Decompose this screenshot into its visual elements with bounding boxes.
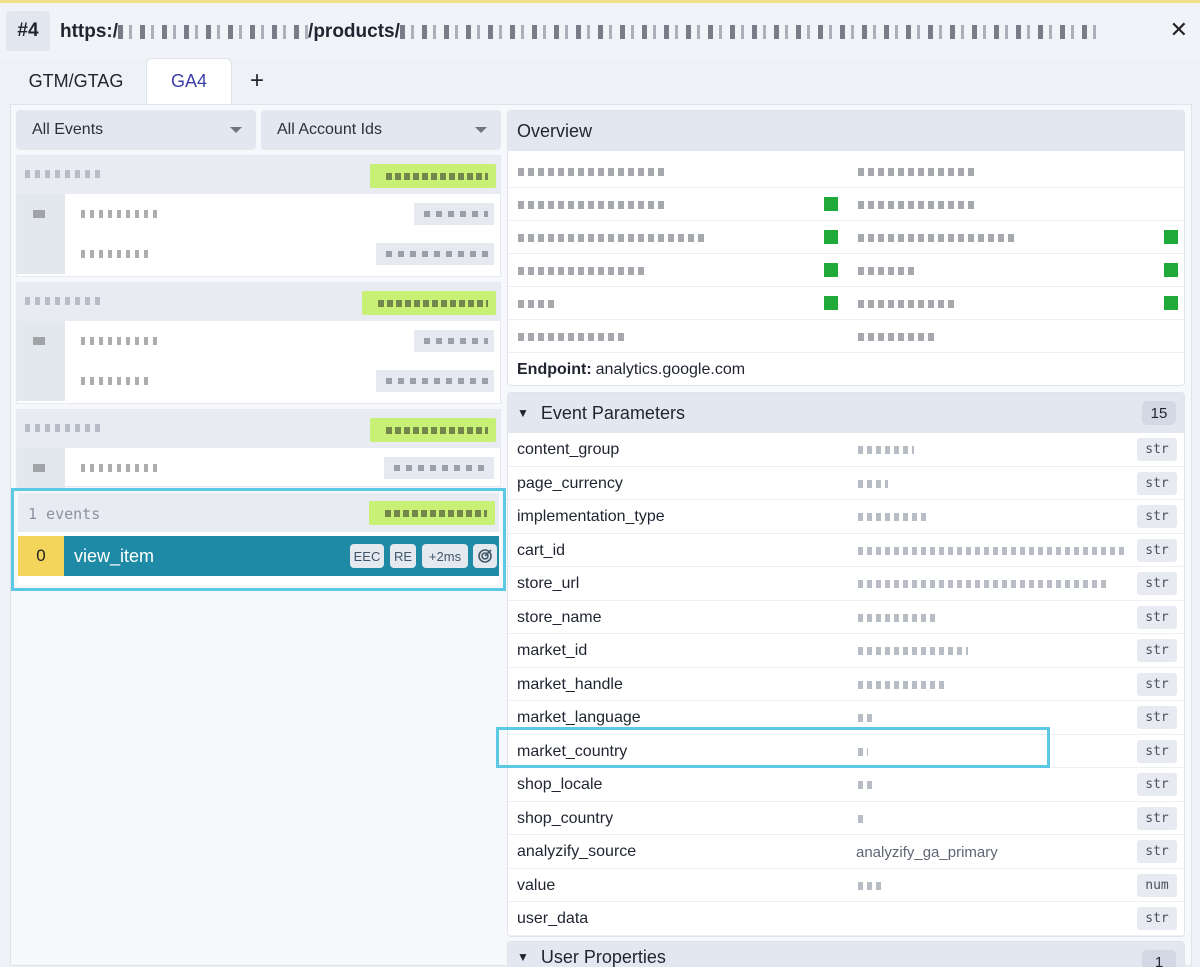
event-group[interactable]: 1 events 0 view_item EEC RE +2ms xyxy=(18,493,499,585)
url-host-redacted xyxy=(118,24,309,39)
table-row[interactable]: store_name str xyxy=(508,601,1184,634)
list-item[interactable] xyxy=(17,448,500,488)
table-row-analyzify-source[interactable]: analyzify_source analyzify_ga_primary str xyxy=(508,835,1184,869)
target-icon[interactable] xyxy=(473,544,497,568)
overview-panel: Overview Endpoint: analytics.google.com xyxy=(507,110,1185,386)
status-green-icon xyxy=(824,197,838,211)
group-title-redacted xyxy=(25,170,105,178)
event-parameters-title: Event Parameters xyxy=(540,402,685,423)
eec-badge: EEC xyxy=(350,544,384,568)
table-row[interactable]: shop_country str xyxy=(508,802,1184,835)
table-row[interactable]: market_handle str xyxy=(508,668,1184,701)
table-row[interactable]: user_data str xyxy=(508,902,1184,936)
accounts-filter-label: All Account Ids xyxy=(277,121,382,138)
table-row[interactable]: implementation_type str xyxy=(508,500,1184,534)
url-prefix: https:/ xyxy=(60,21,119,42)
list-item[interactable] xyxy=(17,361,500,401)
list-item[interactable] xyxy=(17,234,500,274)
group-title-redacted xyxy=(25,424,105,432)
table-row[interactable]: page_currency str xyxy=(508,467,1184,500)
event-group-header[interactable]: 1 events xyxy=(18,493,499,532)
user-properties-count-badge: 1 xyxy=(1142,950,1176,967)
event-group[interactable] xyxy=(16,155,501,277)
tab-number-badge: #4 xyxy=(6,11,50,51)
table-row[interactable]: market_id str xyxy=(508,634,1184,668)
chevron-down-icon xyxy=(475,127,487,133)
url-slug-redacted xyxy=(399,24,1100,39)
event-parameters-panel: ▼ Event Parameters 15 content_group str p… xyxy=(507,392,1185,937)
group-id-tag xyxy=(362,291,496,315)
caret-down-icon: ▼ xyxy=(517,950,529,964)
user-properties-panel: ▼ User Properties 1 xyxy=(507,941,1185,967)
url-path: /products/ xyxy=(308,21,400,42)
group-id-tag xyxy=(370,418,496,442)
param-value: analyzify_ga_primary xyxy=(856,844,998,861)
top-bar: #4 https:/ /products/ ✕ xyxy=(0,0,1200,58)
status-green-icon xyxy=(1164,263,1178,277)
event-row-view-item[interactable]: 0 view_item EEC RE +2ms xyxy=(18,536,499,576)
events-filter-dropdown[interactable]: All Events xyxy=(16,110,256,150)
add-tab-button[interactable]: + xyxy=(240,58,274,104)
event-parameters-header[interactable]: ▼ Event Parameters 15 xyxy=(508,393,1184,433)
event-group-header[interactable] xyxy=(17,283,500,321)
user-properties-title: User Properties xyxy=(540,946,666,967)
events-filter-label: All Events xyxy=(32,121,104,138)
table-row[interactable]: cart_id str xyxy=(508,534,1184,567)
accounts-filter-dropdown[interactable]: All Account Ids xyxy=(261,110,501,150)
close-icon[interactable]: ✕ xyxy=(1170,17,1188,43)
tab-bar: GTM/GTAG GA4 + xyxy=(0,58,1200,104)
event-name: view_item xyxy=(74,546,155,566)
parameter-count-badge: 15 xyxy=(1142,401,1176,425)
status-green-icon xyxy=(1164,296,1178,310)
status-green-icon xyxy=(824,230,838,244)
analyzify-source-highlight xyxy=(496,727,1050,768)
event-group[interactable] xyxy=(16,282,501,404)
main-panel: All Events All Account Ids 1 events 0 vi… xyxy=(10,104,1192,967)
caret-down-icon: ▼ xyxy=(517,406,529,420)
list-item[interactable] xyxy=(17,321,500,361)
event-group-header[interactable] xyxy=(17,410,500,448)
endpoint-value: analytics.google.com xyxy=(595,361,746,378)
table-row[interactable]: store_url str xyxy=(508,567,1184,601)
endpoint-label: Endpoint: xyxy=(517,361,592,378)
event-group-header[interactable] xyxy=(17,156,500,194)
group-id-tag xyxy=(370,164,496,188)
event-group[interactable] xyxy=(16,409,501,488)
event-index: 0 xyxy=(18,536,64,576)
table-row[interactable]: value num xyxy=(508,869,1184,902)
group-id-tag xyxy=(369,501,495,525)
tab-ga4[interactable]: GA4 xyxy=(146,58,232,104)
table-row[interactable]: shop_locale str xyxy=(508,768,1184,802)
selected-event-group-highlight: 1 events 0 view_item EEC RE +2ms xyxy=(11,488,506,591)
re-badge: RE xyxy=(390,544,416,568)
tab-gtm-gtag[interactable]: GTM/GTAG xyxy=(12,58,140,104)
overview-grid-redacted xyxy=(508,155,1184,353)
endpoint-row: Endpoint: analytics.google.com xyxy=(508,353,1184,385)
group-title-redacted xyxy=(25,297,105,305)
status-green-icon xyxy=(824,296,838,310)
status-green-icon xyxy=(1164,230,1178,244)
page-url: https:/ /products/ xyxy=(60,21,1140,43)
status-green-icon xyxy=(824,263,838,277)
timing-badge: +2ms xyxy=(422,544,468,568)
chevron-down-icon xyxy=(230,127,242,133)
event-count-label: 1 events xyxy=(28,505,101,523)
table-row[interactable]: content_group str xyxy=(508,433,1184,467)
overview-title: Overview xyxy=(508,111,1184,151)
user-properties-header[interactable]: ▼ User Properties 1 xyxy=(508,942,1184,967)
list-item[interactable] xyxy=(17,194,500,234)
